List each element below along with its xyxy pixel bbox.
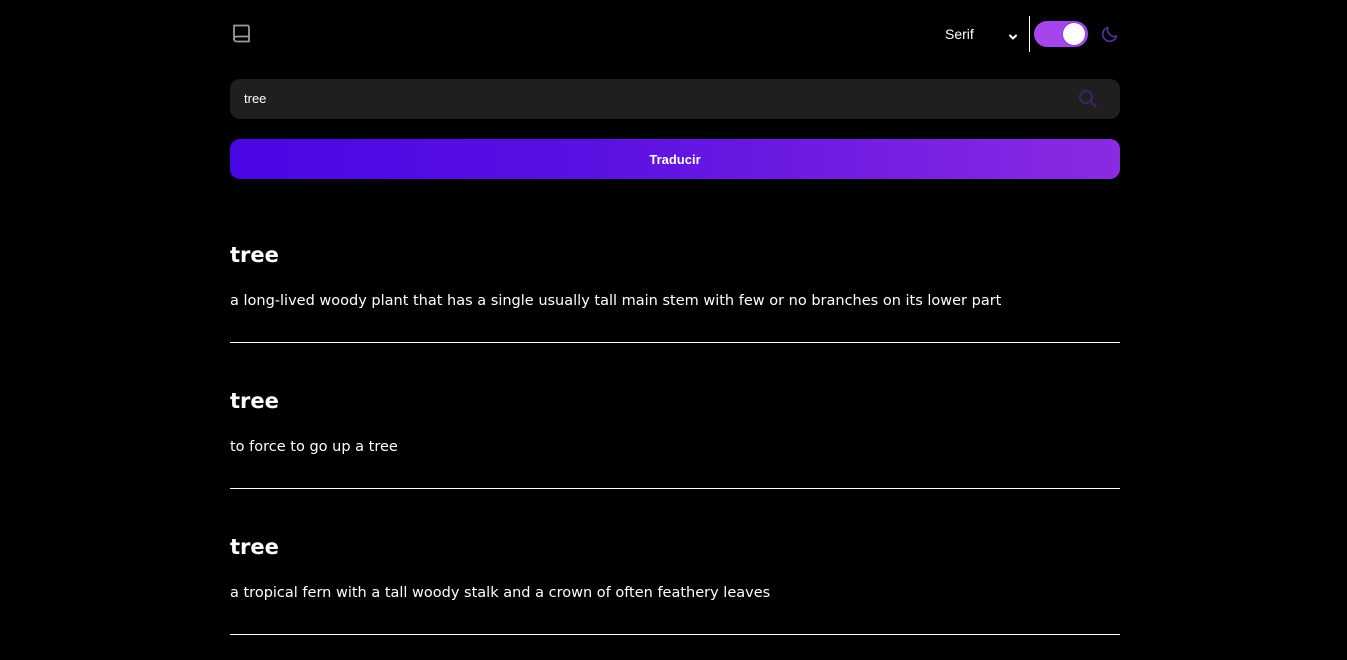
font-select[interactable]: Serif <box>945 16 1029 52</box>
result-word: tree <box>230 389 279 413</box>
font-select-value: Serif <box>945 26 974 42</box>
header-controls: Serif <box>945 16 1120 52</box>
search-input[interactable] <box>244 79 1064 119</box>
translate-button[interactable]: Traducir <box>230 139 1120 179</box>
results-list: tree a long-lived woody plant that has a… <box>230 230 1120 660</box>
result-definition: a long-lived woody plant that has a sing… <box>230 293 1002 309</box>
chevron-down-icon <box>1007 28 1019 40</box>
result-divider <box>230 342 1120 343</box>
header: Serif <box>230 0 1120 68</box>
result-item: tree a tropical fern with a tall woody s… <box>230 522 1120 660</box>
page: Serif tree Traducir tree a long-lived wo… <box>0 0 1347 660</box>
search-box <box>230 79 1120 119</box>
search-icon[interactable] <box>1078 89 1098 109</box>
result-word: tree <box>230 535 279 559</box>
result-divider <box>230 488 1120 489</box>
toggle-knob <box>1063 23 1085 45</box>
result-definition: to force to go up a tree <box>230 439 398 455</box>
result-item: tree to force to go up a tree <box>230 376 1120 522</box>
theme-toggle[interactable] <box>1034 21 1088 47</box>
result-divider <box>230 634 1120 635</box>
moon-icon <box>1100 24 1120 44</box>
book-icon[interactable] <box>230 22 254 46</box>
result-word: tree <box>230 243 279 267</box>
header-divider <box>1029 16 1030 52</box>
result-definition: a tropical fern with a tall woody stalk … <box>230 585 771 601</box>
result-item: tree a long-lived woody plant that has a… <box>230 230 1120 376</box>
